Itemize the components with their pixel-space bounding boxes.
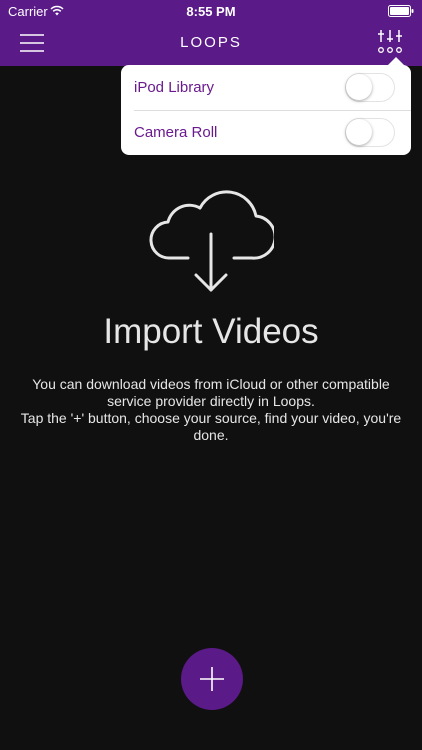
source-popover: iPod Library Camera Roll bbox=[121, 57, 411, 155]
source-label: iPod Library bbox=[134, 79, 215, 96]
source-filter-button[interactable] bbox=[376, 28, 404, 56]
ipod-library-toggle[interactable] bbox=[345, 73, 395, 102]
sliders-icon bbox=[378, 30, 402, 53]
battery-icon bbox=[388, 5, 414, 20]
cloud-download-icon bbox=[148, 186, 277, 296]
top-bar: Carrier 8:55 PM LOOPS bbox=[0, 0, 422, 66]
source-row-camera-roll[interactable]: Camera Roll bbox=[121, 110, 411, 155]
add-video-button[interactable] bbox=[181, 648, 243, 710]
description-line: You can download videos from iCloud or o… bbox=[32, 376, 390, 409]
navigation-bar: LOOPS bbox=[0, 20, 422, 66]
source-row-ipod-library[interactable]: iPod Library bbox=[121, 65, 411, 110]
app-screen: Carrier 8:55 PM LOOPS iPod Library Camer… bbox=[0, 0, 422, 750]
toggle-knob bbox=[346, 74, 372, 100]
status-time: 8:55 PM bbox=[186, 4, 236, 19]
empty-state-description: You can download videos from iCloud or o… bbox=[20, 376, 402, 444]
camera-roll-toggle[interactable] bbox=[345, 118, 395, 147]
source-label: Camera Roll bbox=[134, 124, 218, 141]
plus-icon bbox=[200, 667, 224, 691]
empty-state-title: Import Videos bbox=[103, 312, 319, 351]
app-title: LOOPS bbox=[180, 34, 242, 51]
description-line: Tap the '+' button, choose your source, … bbox=[20, 410, 402, 443]
status-bar: Carrier 8:55 PM bbox=[0, 0, 422, 22]
toggle-knob bbox=[346, 119, 372, 145]
